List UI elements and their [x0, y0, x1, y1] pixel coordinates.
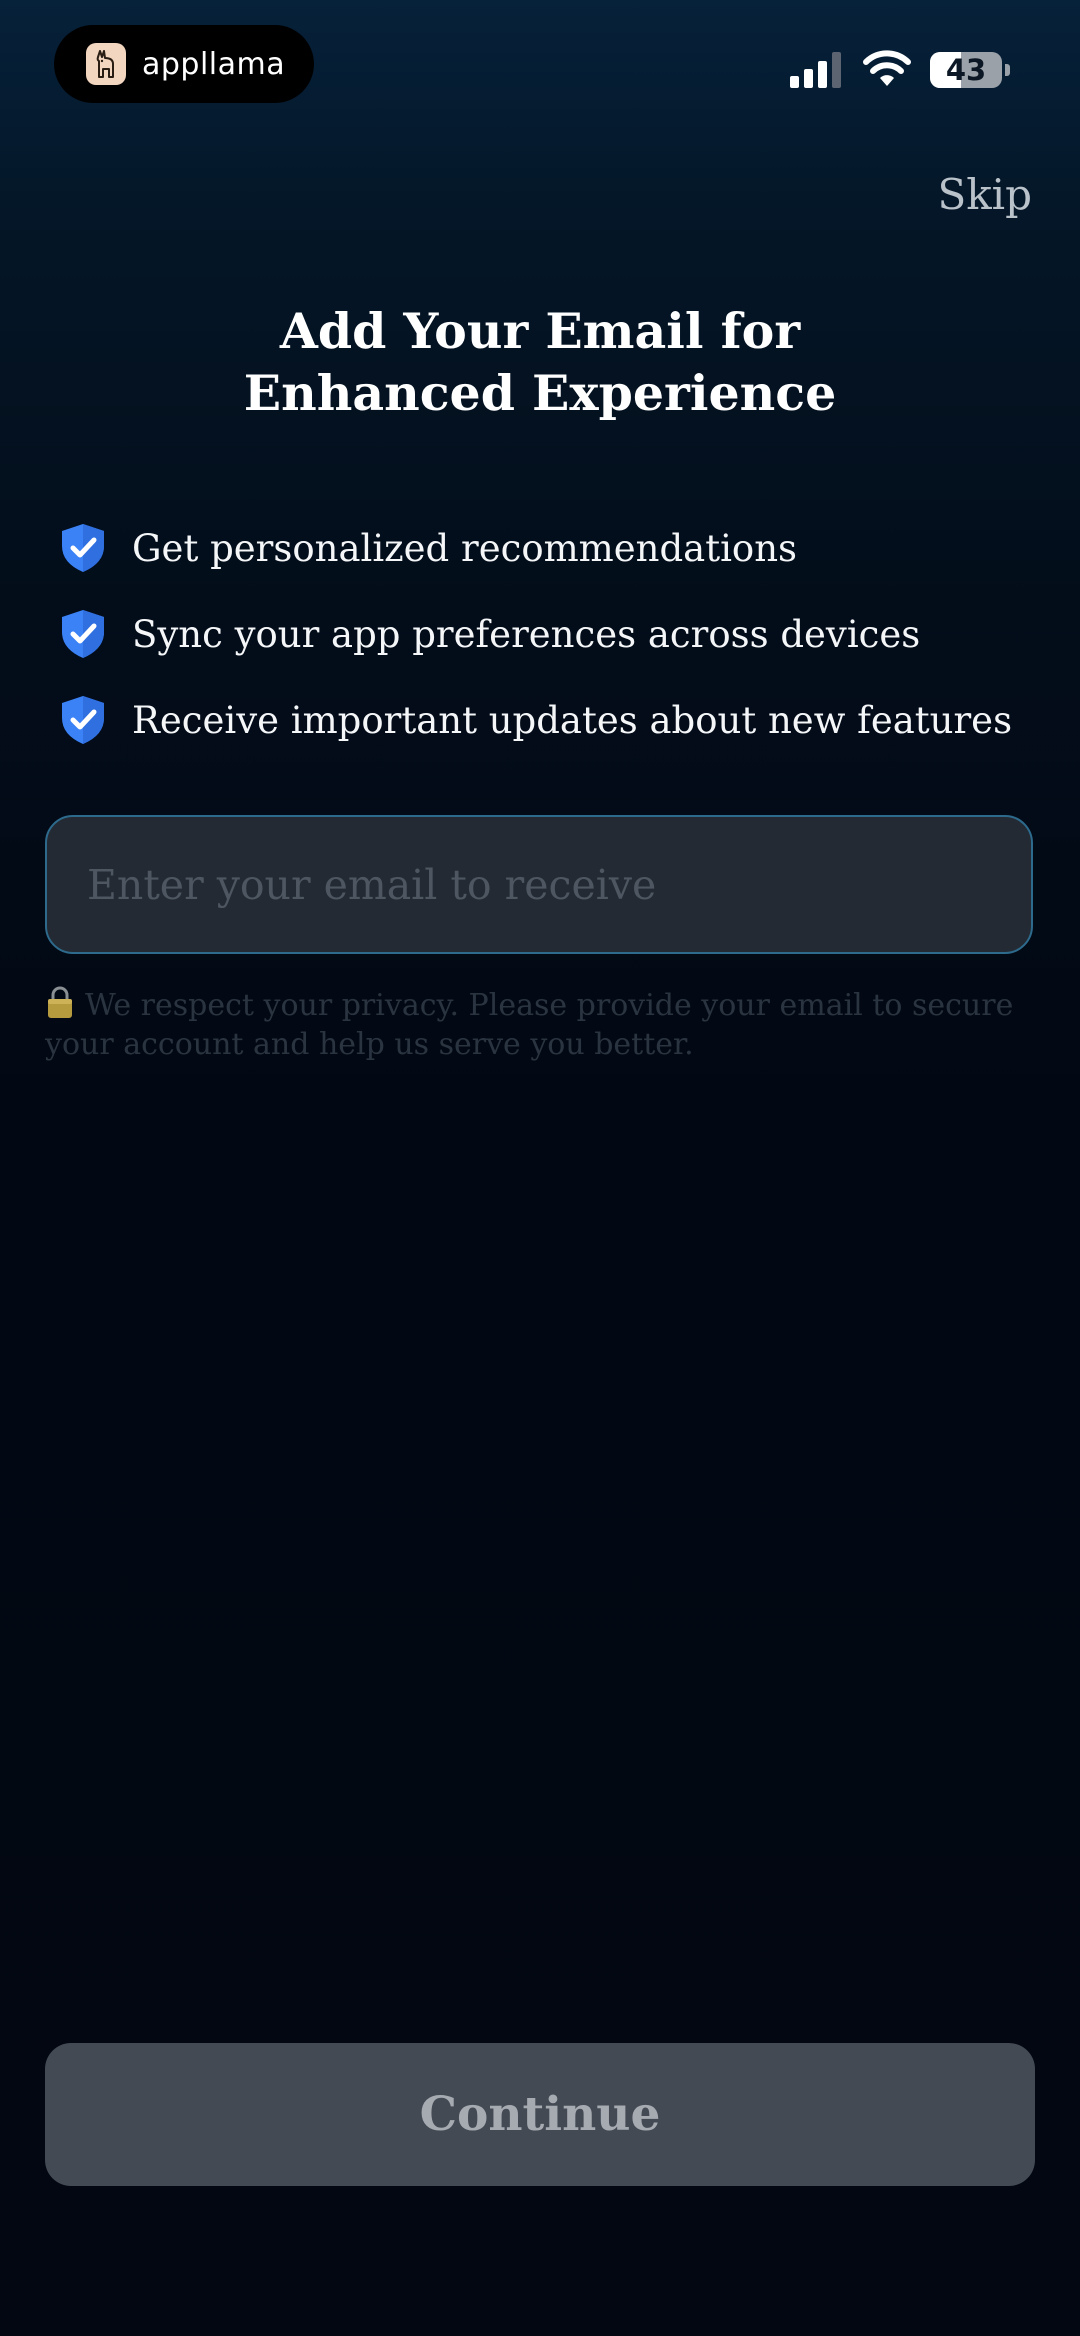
battery-level: 43 — [945, 53, 987, 87]
privacy-text: We respect your privacy. Please provide … — [45, 988, 1014, 1062]
wifi-icon — [862, 50, 912, 88]
cellular-signal-icon — [790, 52, 842, 88]
continue-button[interactable]: Continue — [45, 2043, 1035, 2186]
skip-button[interactable]: Skip — [937, 170, 1032, 219]
privacy-note: We respect your privacy. Please provide … — [45, 985, 1035, 1064]
feature-text: Get personalized recommendations — [132, 526, 798, 570]
email-input[interactable] — [45, 815, 1033, 954]
title-line-2: Enhanced Experience — [243, 364, 837, 422]
shield-check-icon — [58, 608, 108, 660]
battery-indicator: 43 — [930, 52, 1010, 88]
feature-item: Sync your app preferences across devices — [58, 591, 1058, 677]
feature-item: Receive important updates about new feat… — [58, 677, 1058, 763]
title-line-1: Add Your Email for — [279, 302, 801, 360]
app-badge: appllama — [54, 25, 314, 103]
app-name: appllama — [142, 46, 286, 82]
lock-icon — [45, 985, 75, 1019]
feature-list: Get personalized recommendations Sync yo… — [58, 505, 1058, 763]
feature-text: Receive important updates about new feat… — [132, 698, 1013, 742]
shield-check-icon — [58, 522, 108, 574]
page-title: Add Your Email for Enhanced Experience — [0, 300, 1080, 424]
feature-text: Sync your app preferences across devices — [132, 612, 921, 656]
llama-logo-icon — [86, 43, 126, 85]
feature-item: Get personalized recommendations — [58, 505, 1058, 591]
shield-check-icon — [58, 694, 108, 746]
